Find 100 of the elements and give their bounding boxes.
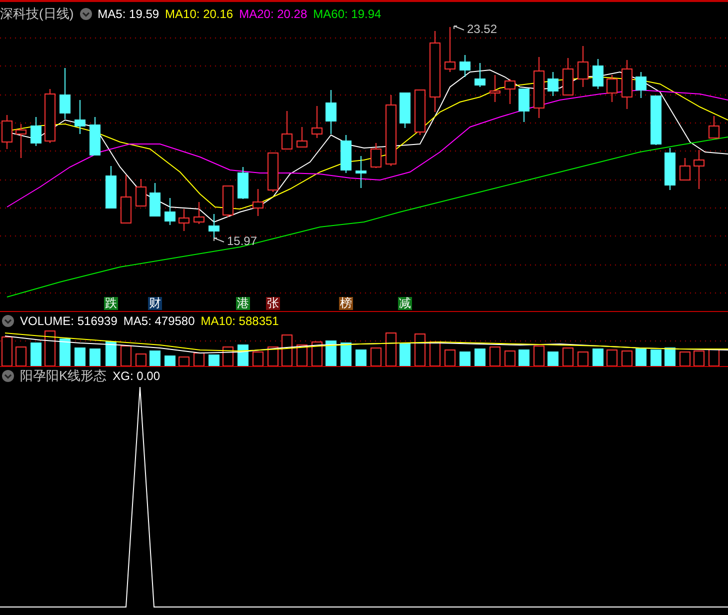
candlestick	[60, 68, 70, 120]
volume-bar	[518, 350, 530, 366]
volume-bar	[694, 350, 704, 366]
candlestick	[694, 150, 704, 190]
chevron-down-icon[interactable]	[2, 314, 14, 326]
candlestick	[16, 124, 26, 158]
moving-average-value: MA60: 19.94	[313, 6, 382, 23]
candlestick	[136, 178, 146, 206]
candlestick	[326, 90, 336, 134]
candlestick	[474, 62, 486, 88]
candlestick	[460, 54, 470, 78]
volume-bar	[592, 348, 604, 366]
volume-bar	[106, 342, 116, 366]
candlestick	[490, 74, 500, 102]
candlestick	[208, 214, 220, 238]
candlestick	[150, 182, 160, 216]
volume-bar	[252, 352, 264, 366]
candlestick	[592, 58, 604, 90]
event-marker[interactable]: 跌	[104, 297, 118, 310]
arrow-icon	[213, 237, 225, 245]
candlestick	[444, 26, 456, 72]
candlestick	[386, 94, 396, 166]
volume-bar	[208, 354, 220, 366]
volume-bar	[268, 346, 278, 366]
candlestick	[44, 88, 56, 144]
volume-bar	[90, 348, 100, 366]
chevron-down-icon[interactable]	[2, 370, 14, 382]
candlestick	[282, 110, 292, 150]
candlestick	[606, 74, 618, 102]
candlestick	[252, 188, 264, 216]
volume-bar	[474, 348, 486, 366]
candlestick	[578, 46, 588, 88]
event-marker[interactable]: 港	[236, 297, 250, 310]
volume-bar	[504, 350, 516, 366]
volume-bar	[386, 332, 396, 366]
candlestick	[356, 156, 366, 188]
candlestick	[178, 208, 190, 232]
high-price-label: 23.52	[467, 21, 498, 38]
volume-bar	[282, 334, 292, 366]
candlestick	[680, 158, 690, 180]
volume-bar	[680, 352, 690, 366]
volume-bar	[16, 346, 26, 366]
candlestick	[30, 116, 42, 146]
volume-bar	[178, 356, 190, 366]
low-price-label: 15.97	[227, 233, 258, 250]
moving-average-value: MA5: 19.59	[98, 6, 160, 23]
moving-average-value: MA10: 20.16	[165, 6, 234, 23]
candlestick	[164, 198, 176, 226]
volume-bar	[622, 350, 632, 366]
volume-bar	[444, 350, 456, 366]
volume-bar	[578, 352, 588, 366]
volume-bar	[120, 346, 132, 366]
volume-bar	[30, 342, 42, 366]
volume-bar	[60, 338, 70, 366]
chevron-down-icon[interactable]	[80, 8, 92, 20]
volume-bar	[414, 334, 426, 366]
candlestick	[268, 152, 278, 192]
candlestick	[650, 96, 662, 146]
candlestick	[562, 58, 574, 96]
candlestick	[340, 134, 352, 174]
candlestick	[708, 116, 720, 138]
candlestick	[222, 186, 234, 218]
volume-bar	[150, 350, 160, 366]
candlestick	[622, 60, 632, 110]
candlestick	[370, 142, 382, 168]
volume-bar	[460, 352, 470, 366]
volume-bar	[194, 352, 204, 366]
volume-bar	[340, 342, 352, 366]
volume-bar	[44, 330, 56, 366]
volume-bar	[136, 354, 146, 366]
volume-bar	[296, 344, 308, 366]
volume-bar	[664, 348, 676, 366]
volume-bar	[74, 348, 86, 366]
volume-bar	[606, 350, 618, 366]
volume-bar	[356, 350, 366, 366]
candlestick	[312, 106, 322, 138]
candlestick	[548, 72, 558, 96]
volume-bar	[562, 348, 574, 366]
volume-bar	[164, 356, 176, 366]
candlestick	[636, 72, 646, 98]
candlestick	[90, 116, 100, 156]
event-marker[interactable]: 减	[398, 297, 412, 310]
indicator-title: 阳孕阳K线形态	[20, 366, 107, 385]
volume-bar	[534, 346, 544, 366]
candlestick	[296, 126, 308, 148]
event-marker[interactable]: 张	[266, 297, 280, 310]
volume-bar	[490, 346, 500, 366]
event-marker[interactable]: 财	[148, 297, 162, 310]
arrow-icon	[453, 25, 465, 33]
volume-value: VOLUME: 516939	[20, 312, 118, 330]
event-marker[interactable]: 榜	[339, 297, 353, 310]
candlestick	[504, 78, 516, 104]
volume-bar	[222, 346, 234, 366]
volume-bar	[370, 348, 382, 366]
volume-bar	[400, 344, 410, 366]
candlestick	[664, 148, 676, 190]
volume-bar	[708, 348, 720, 366]
candlestick	[74, 100, 86, 134]
candlestick	[534, 56, 544, 118]
chart-title: 深科技(日线)	[0, 5, 74, 23]
